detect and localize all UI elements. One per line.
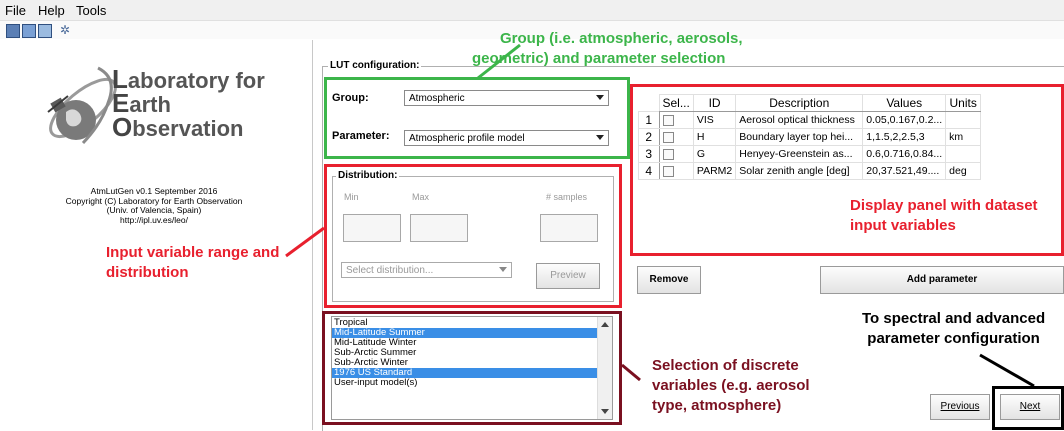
annotation-selection: Selection of discrete variables (e.g. ae… bbox=[652, 356, 810, 416]
annotation-group-line-2: geometric) and parameter selection bbox=[472, 50, 726, 67]
annotation-selection-line-2: variables (e.g. aerosol bbox=[652, 377, 810, 394]
annotation-spectral: To spectral and advanced parameter confi… bbox=[862, 309, 1045, 349]
annotation-display-line-1: Display panel with dataset bbox=[850, 197, 1038, 214]
annotation-group: Group (i.e. atmospheric, aerosols, geome… bbox=[472, 29, 743, 69]
annotation-selection-line-3: type, atmosphere) bbox=[652, 397, 782, 414]
annotation-display: Display panel with dataset input variabl… bbox=[850, 196, 1038, 236]
annotation-group-line-1: Group (i.e. atmospheric, aerosols, bbox=[500, 30, 743, 47]
annotation-display-line-2: input variables bbox=[850, 217, 956, 234]
arrow-selection bbox=[621, 363, 641, 382]
arrow-next bbox=[979, 353, 1035, 388]
annotation-selection-line-1: Selection of discrete bbox=[652, 357, 799, 374]
annotation-spectral-line-2: parameter configuration bbox=[867, 330, 1040, 347]
annotation-spectral-line-1: To spectral and advanced bbox=[862, 310, 1046, 327]
arrow-input bbox=[285, 226, 325, 258]
